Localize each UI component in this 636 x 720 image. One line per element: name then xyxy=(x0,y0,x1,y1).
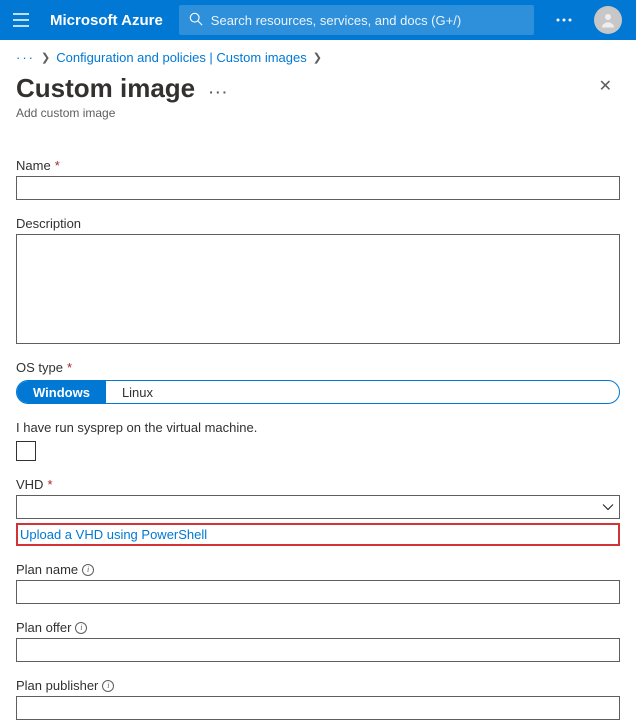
sysprep-checkbox[interactable] xyxy=(16,441,36,461)
name-label: Name * xyxy=(16,158,620,173)
name-input[interactable] xyxy=(16,176,620,200)
plan-name-label-text: Plan name xyxy=(16,562,78,577)
chevron-right-icon: ❯ xyxy=(313,51,322,64)
description-input[interactable] xyxy=(16,234,620,344)
topbar: Microsoft Azure xyxy=(0,0,636,40)
search-icon xyxy=(189,12,203,29)
sysprep-label: I have run sysprep on the virtual machin… xyxy=(16,420,620,435)
plan-name-input[interactable] xyxy=(16,580,620,604)
required-mark: * xyxy=(47,477,52,492)
breadcrumb-overflow[interactable]: ··· xyxy=(16,50,35,65)
os-linux-button[interactable]: Linux xyxy=(106,381,169,403)
vhd-select[interactable] xyxy=(16,495,620,519)
name-label-text: Name xyxy=(16,158,51,173)
required-mark: * xyxy=(67,360,72,375)
plan-offer-label: Plan offer i xyxy=(16,620,620,635)
os-windows-button[interactable]: Windows xyxy=(17,381,106,403)
form: Name * Description OS type * Windows Lin… xyxy=(0,120,636,720)
menu-icon[interactable] xyxy=(0,0,42,40)
description-label: Description xyxy=(16,216,620,231)
os-type-label: OS type * xyxy=(16,360,620,375)
breadcrumb: ··· ❯ Configuration and policies | Custo… xyxy=(0,40,636,71)
os-type-label-text: OS type xyxy=(16,360,63,375)
page-title: Custom image xyxy=(16,73,195,104)
more-icon[interactable] xyxy=(544,0,584,40)
plan-name-label: Plan name i xyxy=(16,562,620,577)
page-header: Custom image ··· Add custom image ✕ xyxy=(0,71,636,120)
os-type-toggle: Windows Linux xyxy=(16,380,620,404)
plan-publisher-label-text: Plan publisher xyxy=(16,678,98,693)
plan-publisher-label: Plan publisher i xyxy=(16,678,620,693)
info-icon[interactable]: i xyxy=(75,622,87,634)
page-more-icon[interactable]: ··· xyxy=(209,84,229,100)
brand[interactable]: Microsoft Azure xyxy=(46,12,175,29)
search-input[interactable] xyxy=(211,13,524,28)
plan-publisher-input[interactable] xyxy=(16,696,620,720)
description-label-text: Description xyxy=(16,216,81,231)
info-icon[interactable]: i xyxy=(82,564,94,576)
vhd-label: VHD * xyxy=(16,477,620,492)
plan-offer-label-text: Plan offer xyxy=(16,620,71,635)
account-avatar[interactable] xyxy=(588,0,628,40)
breadcrumb-link[interactable]: Configuration and policies | Custom imag… xyxy=(56,50,307,65)
chevron-right-icon: ❯ xyxy=(41,51,50,64)
avatar-icon xyxy=(594,6,622,34)
close-icon[interactable]: ✕ xyxy=(591,73,620,101)
vhd-label-text: VHD xyxy=(16,477,43,492)
search-box[interactable] xyxy=(179,5,534,35)
page-subtitle: Add custom image xyxy=(16,106,591,120)
plan-offer-input[interactable] xyxy=(16,638,620,662)
upload-vhd-link[interactable]: Upload a VHD using PowerShell xyxy=(16,523,620,546)
required-mark: * xyxy=(55,158,60,173)
